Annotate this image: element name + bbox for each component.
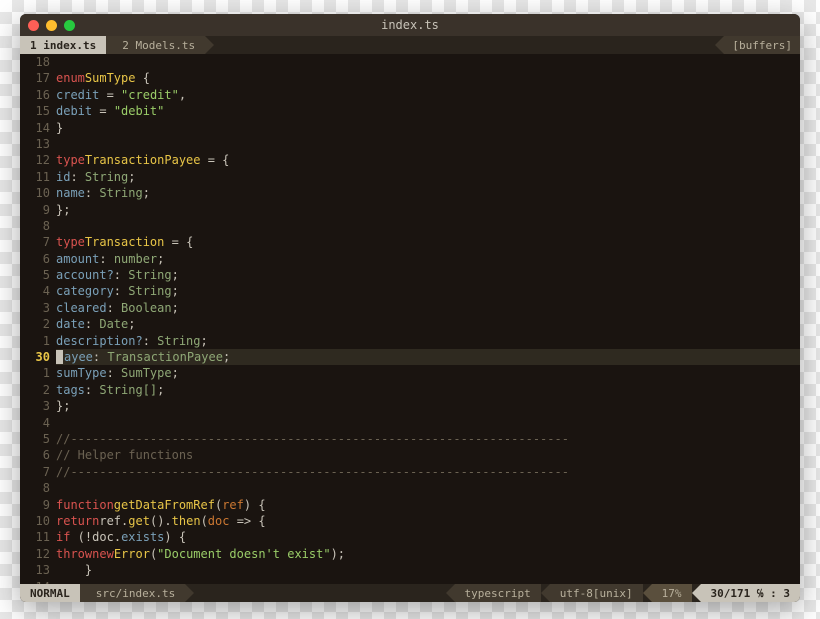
tab-number: 1: [30, 39, 37, 52]
tabline: 1 index.ts 2 Models.ts [buffers]: [20, 36, 800, 54]
tab-index-ts[interactable]: 1 index.ts: [20, 36, 106, 54]
editor-window: index.ts 1 index.ts 2 Models.ts [buffers…: [20, 14, 800, 602]
percent-indicator: 17%: [652, 584, 692, 602]
window-title: index.ts: [20, 18, 800, 32]
file-path: src/index.ts: [80, 584, 185, 602]
editor-area[interactable]: 1817161514131211109876543213012345678910…: [20, 54, 800, 584]
buffers-indicator[interactable]: [buffers]: [724, 36, 800, 54]
col: : 3: [770, 587, 790, 600]
tab-models-ts[interactable]: 2 Models.ts: [106, 36, 205, 54]
position-indicator: 30/171 ℅ : 3: [701, 584, 801, 602]
tab-number: 2: [122, 39, 129, 52]
tab-label: Models.ts: [135, 39, 195, 52]
status-spacer: [185, 584, 454, 602]
mode-indicator: NORMAL: [20, 584, 80, 602]
filetype-indicator: typescript: [455, 584, 541, 602]
tab-label: index.ts: [43, 39, 96, 52]
statusline: NORMAL src/index.ts typescript utf-8[uni…: [20, 584, 800, 602]
code-content[interactable]: enum SumType { credit = "credit", debit …: [56, 54, 800, 584]
line-total: 30/171: [711, 587, 751, 600]
titlebar: index.ts: [20, 14, 800, 36]
encoding-indicator: utf-8[unix]: [550, 584, 643, 602]
line-gutter: 1817161514131211109876543213012345678910…: [20, 54, 56, 584]
